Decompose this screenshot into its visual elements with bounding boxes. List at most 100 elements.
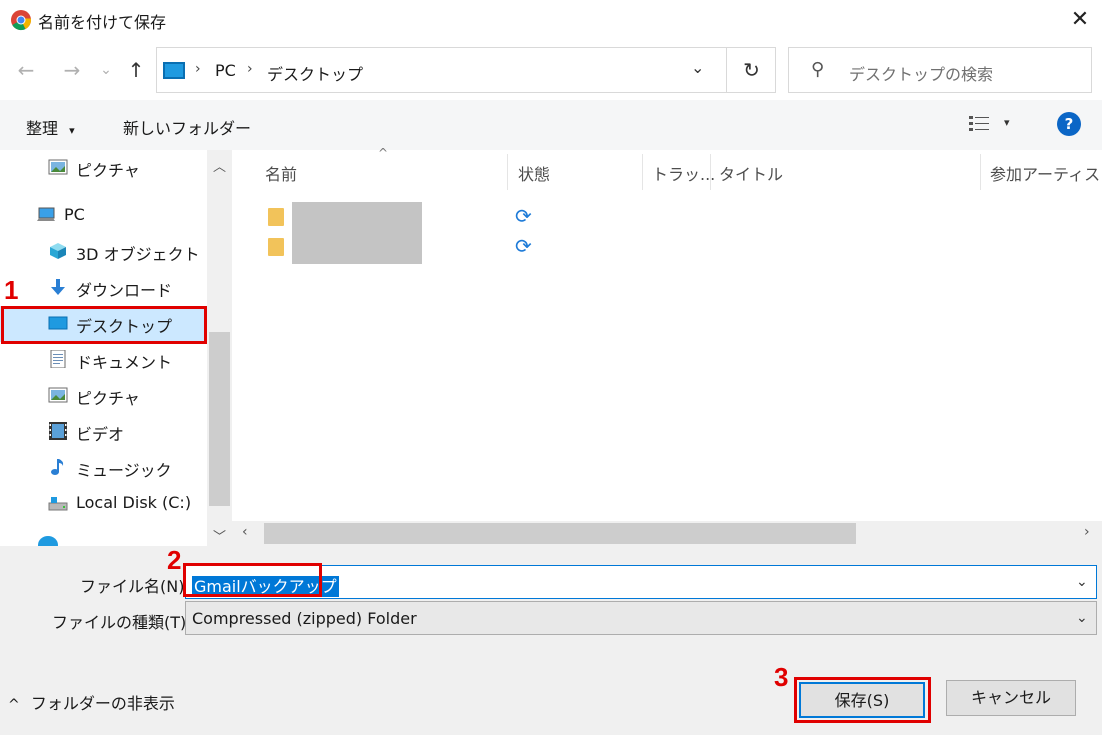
up-button[interactable]: ↑ <box>122 52 150 88</box>
sidebar-item-label: ダウンロード <box>76 281 173 300</box>
filetype-value: Compressed (zipped) Folder <box>192 609 417 628</box>
scrollbar-thumb[interactable] <box>209 332 230 506</box>
sidebar-item-local-disk[interactable]: Local Disk (C:) <box>0 486 206 522</box>
caret-down-icon: ▾ <box>69 124 75 137</box>
new-folder-button[interactable]: 新しいフォルダー <box>123 115 251 139</box>
folder-icon <box>268 238 284 256</box>
column-header-status[interactable]: 状態 <box>518 161 550 185</box>
pc-icon <box>37 207 55 221</box>
annotation-box-2 <box>183 563 322 597</box>
redacted-filename <box>292 232 422 264</box>
save-form: ファイル名(N): Gmailバックアップ ⌄ ファイルの種類(T): Comp… <box>0 546 1102 735</box>
column-divider[interactable] <box>642 154 643 190</box>
command-bar: 整理 ▾ 新しいフォルダー ▾ ? <box>0 100 1102 150</box>
search-icon: ⚲ <box>811 59 825 80</box>
annotation-number-2: 2 <box>167 545 182 575</box>
sidebar-item-documents[interactable]: ドキュメント <box>0 342 206 378</box>
sidebar-item-3d-objects[interactable]: 3D オブジェクト <box>0 234 206 270</box>
sidebar-scrollbar[interactable]: ︿ ﹀ <box>207 150 232 546</box>
navigation-bar: ← → ⌄ ↑ › PC › デスクトップ ⌄ ↻ ⚲ デスクトップの検索 <box>0 40 1102 100</box>
3d-objects-icon <box>50 243 66 259</box>
folder-icon <box>268 208 284 226</box>
music-icon <box>51 459 64 475</box>
search-box[interactable]: ⚲ デスクトップの検索 <box>788 47 1092 93</box>
redacted-filename <box>292 202 422 234</box>
disk-icon <box>48 497 68 511</box>
sidebar-item-label: ミュージック <box>76 461 172 480</box>
sidebar-item-pictures[interactable]: ピクチャ <box>0 378 206 414</box>
recent-locations-button[interactable]: ⌄ <box>92 52 120 88</box>
breadcrumb-separator: › <box>195 61 201 77</box>
pictures-icon <box>48 387 68 403</box>
sidebar-item-videos[interactable]: ビデオ <box>0 414 206 450</box>
view-options-icon[interactable] <box>968 113 994 135</box>
breadcrumb-pc[interactable]: PC <box>215 61 236 80</box>
pictures-icon <box>48 159 68 175</box>
column-divider[interactable] <box>710 154 711 190</box>
file-row[interactable]: ⟳ <box>262 232 1102 264</box>
annotation-box-3 <box>794 677 931 723</box>
column-header-track[interactable]: トラッ... <box>652 161 715 185</box>
desktop-icon <box>163 62 185 79</box>
sidebar-item-downloads[interactable]: ダウンロード <box>0 270 206 306</box>
help-button[interactable]: ? <box>1057 112 1081 136</box>
column-header-name[interactable]: 名前 <box>265 161 297 185</box>
forward-button[interactable]: → <box>58 52 86 88</box>
sync-icon: ⟳ <box>515 234 532 258</box>
breadcrumb-separator: › <box>247 61 253 77</box>
sidebar-item-label: Local Disk (C:) <box>76 493 192 512</box>
chevron-down-icon[interactable]: ⌄ <box>691 58 704 77</box>
organize-button[interactable]: 整理 ▾ <box>26 115 75 139</box>
chevron-up-icon: ^ <box>8 697 20 713</box>
file-row[interactable]: ⟳ <box>262 202 1102 234</box>
column-header-title[interactable]: タイトル <box>719 161 783 185</box>
title-bar: 名前を付けて保存 ✕ <box>0 0 1102 40</box>
sidebar-item-pictures-top[interactable]: ピクチャ <box>0 150 206 186</box>
sidebar-item-pc[interactable]: PC <box>0 198 206 234</box>
chevron-down-icon[interactable]: ⌄ <box>1076 574 1088 590</box>
view-caret-icon[interactable]: ▾ <box>1004 116 1010 129</box>
window-title: 名前を付けて保存 <box>38 13 167 32</box>
download-icon <box>51 279 65 295</box>
sidebar-item-label: ビデオ <box>76 425 125 444</box>
hide-folders-toggle[interactable]: ^ フォルダーの非表示 <box>8 690 175 714</box>
back-button[interactable]: ← <box>12 52 40 88</box>
sidebar-item-label: PC <box>64 205 85 224</box>
close-icon[interactable]: ✕ <box>1062 2 1098 38</box>
scroll-left-icon[interactable]: ‹ <box>242 524 248 540</box>
cancel-button[interactable]: キャンセル <box>946 680 1076 716</box>
annotation-box-1 <box>1 306 207 344</box>
sidebar-item-label: ドキュメント <box>76 353 173 372</box>
filetype-select[interactable]: Compressed (zipped) Folder ⌄ <box>185 601 1097 635</box>
annotation-number-1: 1 <box>4 275 19 305</box>
hide-folders-label: フォルダーの非表示 <box>30 694 175 713</box>
sync-icon: ⟳ <box>515 204 532 228</box>
chevron-down-icon[interactable]: ⌄ <box>1076 610 1088 626</box>
annotation-number-3: 3 <box>774 662 789 692</box>
scroll-right-icon[interactable]: › <box>1084 524 1090 540</box>
breadcrumb-desktop[interactable]: デスクトップ <box>267 61 363 85</box>
filename-label: ファイル名(N): <box>80 577 190 596</box>
organize-label: 整理 <box>26 119 59 138</box>
horizontal-scrollbar[interactable]: ‹ › <box>232 521 1102 546</box>
sidebar-item-label: ピクチャ <box>76 389 140 408</box>
column-divider[interactable] <box>507 154 508 190</box>
documents-icon <box>50 350 66 368</box>
file-list: ^ 名前 状態 トラッ... タイトル 参加アーティスト ⟳ ⟳ <box>232 146 1102 546</box>
scrollbar-thumb[interactable] <box>264 523 856 544</box>
scroll-up-icon[interactable]: ︿ <box>207 156 232 175</box>
address-bar[interactable]: › PC › デスクトップ ⌄ ↻ <box>156 47 776 93</box>
filetype-label: ファイルの種類(T): <box>52 613 192 632</box>
chrome-icon <box>11 10 32 31</box>
navigation-pane: ピクチャ PC 3D オブジェクト ダウンロード デスクトップ ドキュメント ピ… <box>0 150 232 546</box>
sort-ascending-icon: ^ <box>378 146 389 160</box>
column-header-contributing-artists[interactable]: 参加アーティスト <box>990 161 1102 185</box>
sidebar-item-label: ピクチャ <box>76 161 140 180</box>
sidebar-item-label: 3D オブジェクト <box>76 245 200 264</box>
sidebar-item-music[interactable]: ミュージック <box>0 450 206 486</box>
search-placeholder: デスクトップの検索 <box>849 65 994 84</box>
video-icon <box>49 422 67 440</box>
column-divider[interactable] <box>980 154 981 190</box>
refresh-button[interactable]: ↻ <box>726 48 776 92</box>
scroll-down-icon[interactable]: ﹀ <box>207 526 232 545</box>
